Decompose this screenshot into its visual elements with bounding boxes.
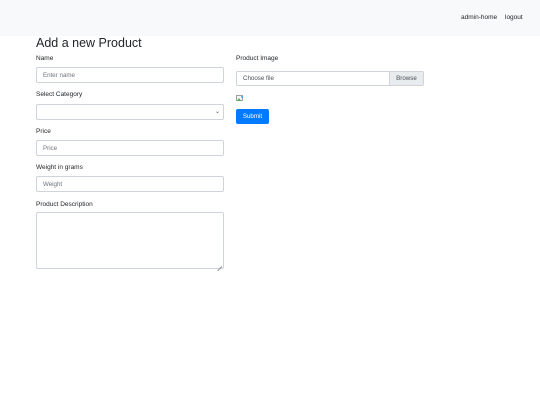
navbar: admin-home logout [0,0,540,36]
submit-button[interactable]: Submit [236,109,269,124]
nav-link-admin-home[interactable]: admin-home [461,14,497,22]
description-textarea[interactable] [36,212,224,269]
category-label: Select Category [36,91,83,98]
broken-image-icon [236,95,244,102]
name-label: Name [36,55,54,62]
browse-button[interactable]: Browse [389,72,423,85]
page-title: Add a new Product [36,36,142,50]
chevron-down-icon: ⌄ [214,109,220,115]
image-file-input[interactable]: Choose file Browse [236,71,424,86]
weight-label: Weight in grams [36,164,83,171]
price-label: Price [36,128,51,135]
name-input[interactable] [36,67,224,83]
weight-input[interactable] [36,176,224,192]
image-label: Product Image [236,55,279,62]
description-label: Product Description [36,201,93,208]
nav-link-logout[interactable]: logout [505,14,523,22]
resize-grip-icon[interactable] [217,262,222,267]
price-input[interactable] [36,140,224,156]
file-input-text: Choose file [243,75,274,82]
category-select[interactable]: ⌄ [36,104,224,120]
